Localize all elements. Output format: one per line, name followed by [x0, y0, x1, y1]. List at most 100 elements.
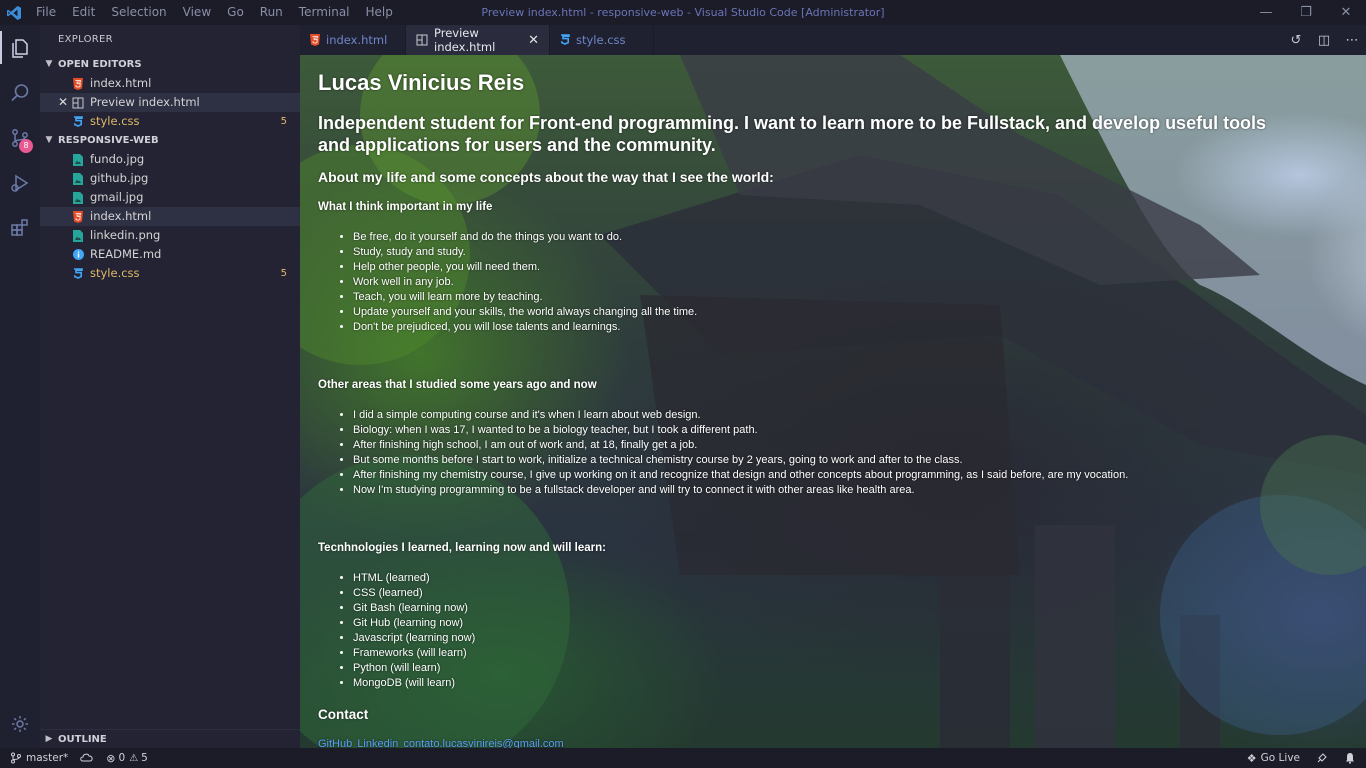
- file-style-css[interactable]: style.css 5: [40, 264, 300, 283]
- email-link[interactable]: contato.lucasvinireis@gmail.com: [403, 738, 563, 748]
- open-editor-label: style.css: [90, 114, 140, 128]
- menu-go[interactable]: Go: [219, 0, 252, 25]
- file-github-jpg[interactable]: github.jpg: [40, 169, 300, 188]
- page-heading-name: Lucas Vinicius Reis: [318, 70, 525, 95]
- sync-icon[interactable]: [80, 752, 94, 764]
- linkedin-link[interactable]: Linkedin: [357, 738, 398, 748]
- close-tab-icon[interactable]: ✕: [528, 33, 539, 48]
- chevron-down-icon: ▼: [45, 135, 53, 145]
- github-link[interactable]: GitHub: [318, 738, 352, 748]
- source-control-icon[interactable]: 8: [0, 115, 40, 160]
- branch-status[interactable]: master*: [10, 752, 68, 764]
- list-item: Help other people, you will need them.: [353, 260, 1358, 275]
- menu-run[interactable]: Run: [252, 0, 291, 25]
- menu-view[interactable]: View: [175, 0, 219, 25]
- file-label: linkedin.png: [90, 228, 161, 242]
- list-item: After finishing my chemistry course, I g…: [353, 468, 1358, 483]
- branch-name: master*: [26, 752, 69, 764]
- list-item: Frameworks (will learn): [353, 646, 1358, 661]
- menu-terminal[interactable]: Terminal: [291, 0, 358, 25]
- areas-list: I did a simple computing course and it's…: [318, 408, 1358, 498]
- file-label: README.md: [90, 247, 162, 261]
- contact-heading: Contact: [318, 707, 369, 722]
- css3-icon: [70, 267, 86, 280]
- list-item: Javascript (learning now): [353, 631, 1358, 646]
- error-icon: ⊗: [106, 751, 116, 765]
- status-bar: master* ⊗ 0 ⚠ 5 ❖ Go Live: [0, 748, 1366, 768]
- menu-edit[interactable]: Edit: [64, 0, 103, 25]
- list-item: Study, study and study.: [353, 245, 1358, 260]
- folder-label: RESPONSIVE-WEB: [58, 135, 159, 146]
- error-count: 0: [118, 752, 126, 764]
- list-item: MongoDB (will learn): [353, 676, 1358, 691]
- editor-tabs: index.html Preview index.html ✕ style.cs…: [300, 25, 1366, 55]
- outline-header[interactable]: ▶ OUTLINE: [40, 729, 300, 748]
- list-item: Update yourself and your skills, the wor…: [353, 305, 1358, 320]
- html5-icon: [70, 210, 86, 223]
- explorer-icon[interactable]: [0, 25, 40, 70]
- tab-label: index.html: [326, 33, 388, 47]
- menu-file[interactable]: File: [28, 0, 64, 25]
- problems-status[interactable]: ⊗ 0 ⚠ 5: [106, 752, 148, 765]
- search-icon[interactable]: [0, 70, 40, 115]
- open-source-icon[interactable]: ↺: [1282, 33, 1310, 48]
- html5-icon: [70, 77, 86, 90]
- tab-label: Preview index.html: [434, 26, 496, 54]
- image-file-icon: [70, 229, 86, 242]
- open-editor-index-html[interactable]: index.html: [40, 74, 300, 93]
- important-list: Be free, do it yourself and do the thing…: [318, 230, 1358, 335]
- list-item: HTML (learned): [353, 571, 1358, 586]
- preview-content: Lucas Vinicius Reis Independent student …: [318, 55, 1358, 748]
- problem-count-badge: 5: [280, 116, 287, 127]
- list-item: But some months before I start to work, …: [353, 453, 1358, 468]
- open-editor-preview-index-html[interactable]: ✕ Preview index.html: [40, 93, 300, 112]
- settings-gear-icon[interactable]: [0, 706, 40, 742]
- list-item: After finishing high school, I am out of…: [353, 438, 1358, 453]
- outline-label: OUTLINE: [58, 733, 107, 745]
- sidebar-title: EXPLORER: [58, 34, 113, 45]
- git-branch-icon: [11, 752, 21, 764]
- tab-preview-index-html[interactable]: Preview index.html ✕: [406, 25, 550, 55]
- restore-icon[interactable]: ❐: [1286, 0, 1326, 25]
- list-item: Teach, you will learn more by teaching.: [353, 290, 1358, 305]
- run-debug-icon[interactable]: [0, 160, 40, 205]
- folder-header[interactable]: ▼ RESPONSIVE-WEB: [40, 131, 300, 150]
- open-editor-style-css[interactable]: style.css 5: [40, 112, 300, 131]
- file-index-html[interactable]: index.html: [40, 207, 300, 226]
- file-label: index.html: [90, 209, 152, 223]
- menu-help[interactable]: Help: [358, 0, 401, 25]
- about-heading: About my life and some concepts about th…: [318, 169, 774, 185]
- close-icon[interactable]: ✕: [58, 93, 70, 112]
- menu-bar: File Edit Selection View Go Run Terminal…: [28, 0, 401, 25]
- scm-badge: 8: [19, 139, 33, 153]
- explorer-sidebar: EXPLORER ▼ OPEN EDITORS index.html ✕ Pre…: [40, 25, 300, 748]
- extensions-icon[interactable]: [0, 205, 40, 250]
- file-readme-md[interactable]: README.md: [40, 245, 300, 264]
- css3-icon: [560, 34, 570, 46]
- image-file-icon: [70, 153, 86, 166]
- tab-index-html[interactable]: index.html: [300, 25, 406, 55]
- image-file-icon: [70, 172, 86, 185]
- close-window-icon[interactable]: ✕: [1326, 0, 1366, 25]
- file-fundo-jpg[interactable]: fundo.jpg: [40, 150, 300, 169]
- tab-style-css[interactable]: style.css: [550, 25, 654, 55]
- menu-selection[interactable]: Selection: [103, 0, 174, 25]
- file-linkedin-png[interactable]: linkedin.png: [40, 226, 300, 245]
- list-item: CSS (learned): [353, 586, 1358, 601]
- feedback-icon[interactable]: [1316, 752, 1328, 764]
- minimize-icon[interactable]: —: [1246, 0, 1286, 25]
- open-editors-header[interactable]: ▼ OPEN EDITORS: [40, 55, 300, 74]
- open-editor-label: index.html: [90, 76, 152, 90]
- preview-icon: [70, 97, 86, 109]
- notifications-bell-icon[interactable]: [1344, 752, 1356, 764]
- more-actions-icon[interactable]: ⋯: [1338, 33, 1366, 48]
- window-controls: — ❐ ✕: [1246, 0, 1366, 25]
- split-editor-icon[interactable]: ◫: [1310, 33, 1338, 48]
- open-editor-label: Preview index.html: [90, 95, 200, 109]
- file-gmail-jpg[interactable]: gmail.jpg: [40, 188, 300, 207]
- go-live-label: Go Live: [1260, 752, 1300, 764]
- list-item: I did a simple computing course and it's…: [353, 408, 1358, 423]
- important-heading: What I think important in my life: [318, 201, 493, 213]
- go-live-button[interactable]: ❖ Go Live: [1247, 752, 1300, 765]
- open-editors-label: OPEN EDITORS: [58, 59, 142, 70]
